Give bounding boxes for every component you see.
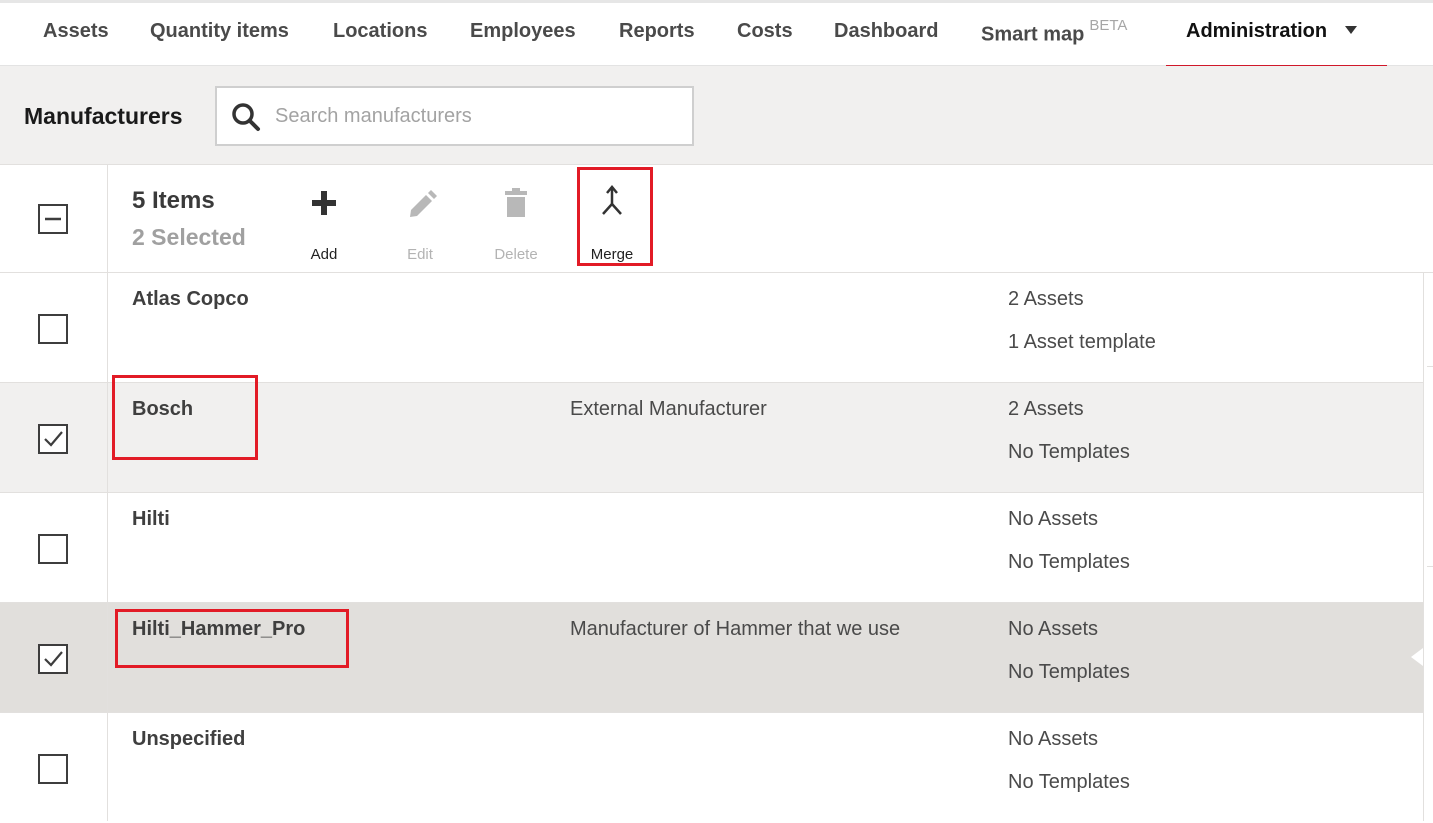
manufacturer-name: Hilti [132, 508, 170, 530]
nav-administration[interactable]: Administration [1186, 20, 1358, 43]
nav-smart-map-label: Smart map [981, 23, 1085, 46]
nav-reports[interactable]: Reports [619, 20, 695, 43]
asset-count: No Assets [1008, 508, 1099, 530]
asset-count: 2 Assets [1008, 288, 1084, 310]
top-navigation: Assets Quantity items Locations Employee… [0, 0, 1433, 68]
template-count: No Templates [1008, 661, 1130, 683]
hilti-hammer-pro-highlight-box [115, 609, 349, 668]
search-box[interactable] [215, 86, 694, 146]
right-panel-edge [1423, 273, 1433, 821]
selected-count: 2 Selected [132, 224, 246, 250]
nav-smart-map[interactable]: Smart map BETA [981, 17, 1128, 47]
rail-divider [1427, 566, 1433, 567]
template-count: 1 Asset template [1008, 331, 1156, 353]
partial-check-icon [45, 217, 61, 221]
pencil-icon [410, 190, 437, 217]
manufacturer-name: Atlas Copco [132, 288, 249, 310]
selection-pointer [1411, 648, 1423, 666]
manufacturer-description: Manufacturer of Hammer that we use [570, 618, 901, 640]
delete-button[interactable]: Delete [476, 179, 556, 263]
trash-icon [505, 188, 527, 217]
nav-locations[interactable]: Locations [333, 20, 427, 43]
row-checkbox[interactable] [38, 754, 68, 784]
manufacturer-description: External Manufacturer [570, 398, 767, 420]
nav-employees[interactable]: Employees [470, 20, 576, 43]
template-count: No Templates [1008, 441, 1130, 463]
asset-count: No Assets [1008, 618, 1099, 640]
manufacturer-name: Unspecified [132, 728, 246, 750]
merge-highlight-box [577, 167, 653, 266]
bosch-highlight-box [112, 375, 258, 460]
delete-label: Delete [494, 246, 538, 263]
add-button[interactable]: Add [284, 179, 364, 263]
row-checkbox[interactable] [38, 644, 68, 674]
table-row[interactable]: Atlas Copco 2 Assets 1 Asset template [0, 273, 1423, 383]
table-row[interactable]: Hilti No Assets No Templates [0, 493, 1423, 603]
template-count: No Templates [1008, 771, 1130, 793]
page-title: Manufacturers [24, 103, 183, 129]
page-header: Manufacturers [0, 66, 1433, 165]
checkbox-column-divider [107, 165, 108, 821]
plus-icon [312, 191, 336, 215]
table-row[interactable]: Unspecified No Assets No Templates [0, 713, 1423, 823]
row-checkbox[interactable] [38, 314, 68, 344]
rail-divider [1427, 366, 1433, 367]
nav-costs[interactable]: Costs [737, 20, 793, 43]
asset-count: 2 Assets [1008, 398, 1084, 420]
row-checkbox[interactable] [38, 424, 68, 454]
list-toolbar: 5 Items 2 Selected Add Edit Delete Merge [0, 165, 1433, 273]
search-input[interactable] [275, 100, 675, 132]
nav-quantity-items[interactable]: Quantity items [150, 20, 289, 43]
nav-assets[interactable]: Assets [43, 20, 109, 43]
row-checkbox[interactable] [38, 534, 68, 564]
beta-badge: BETA [1089, 17, 1128, 34]
search-icon [232, 103, 260, 131]
caret-down-icon [1345, 26, 1358, 34]
edit-button[interactable]: Edit [380, 179, 460, 263]
checkmark-icon [44, 431, 63, 447]
nav-administration-label: Administration [1186, 20, 1328, 42]
checkmark-icon [44, 651, 63, 667]
edit-label: Edit [407, 246, 433, 263]
template-count: No Templates [1008, 551, 1130, 573]
nav-dashboard[interactable]: Dashboard [834, 20, 938, 43]
asset-count: No Assets [1008, 728, 1099, 750]
add-label: Add [310, 246, 338, 263]
item-count: 5 Items [132, 187, 215, 214]
select-all-checkbox[interactable] [38, 204, 68, 234]
